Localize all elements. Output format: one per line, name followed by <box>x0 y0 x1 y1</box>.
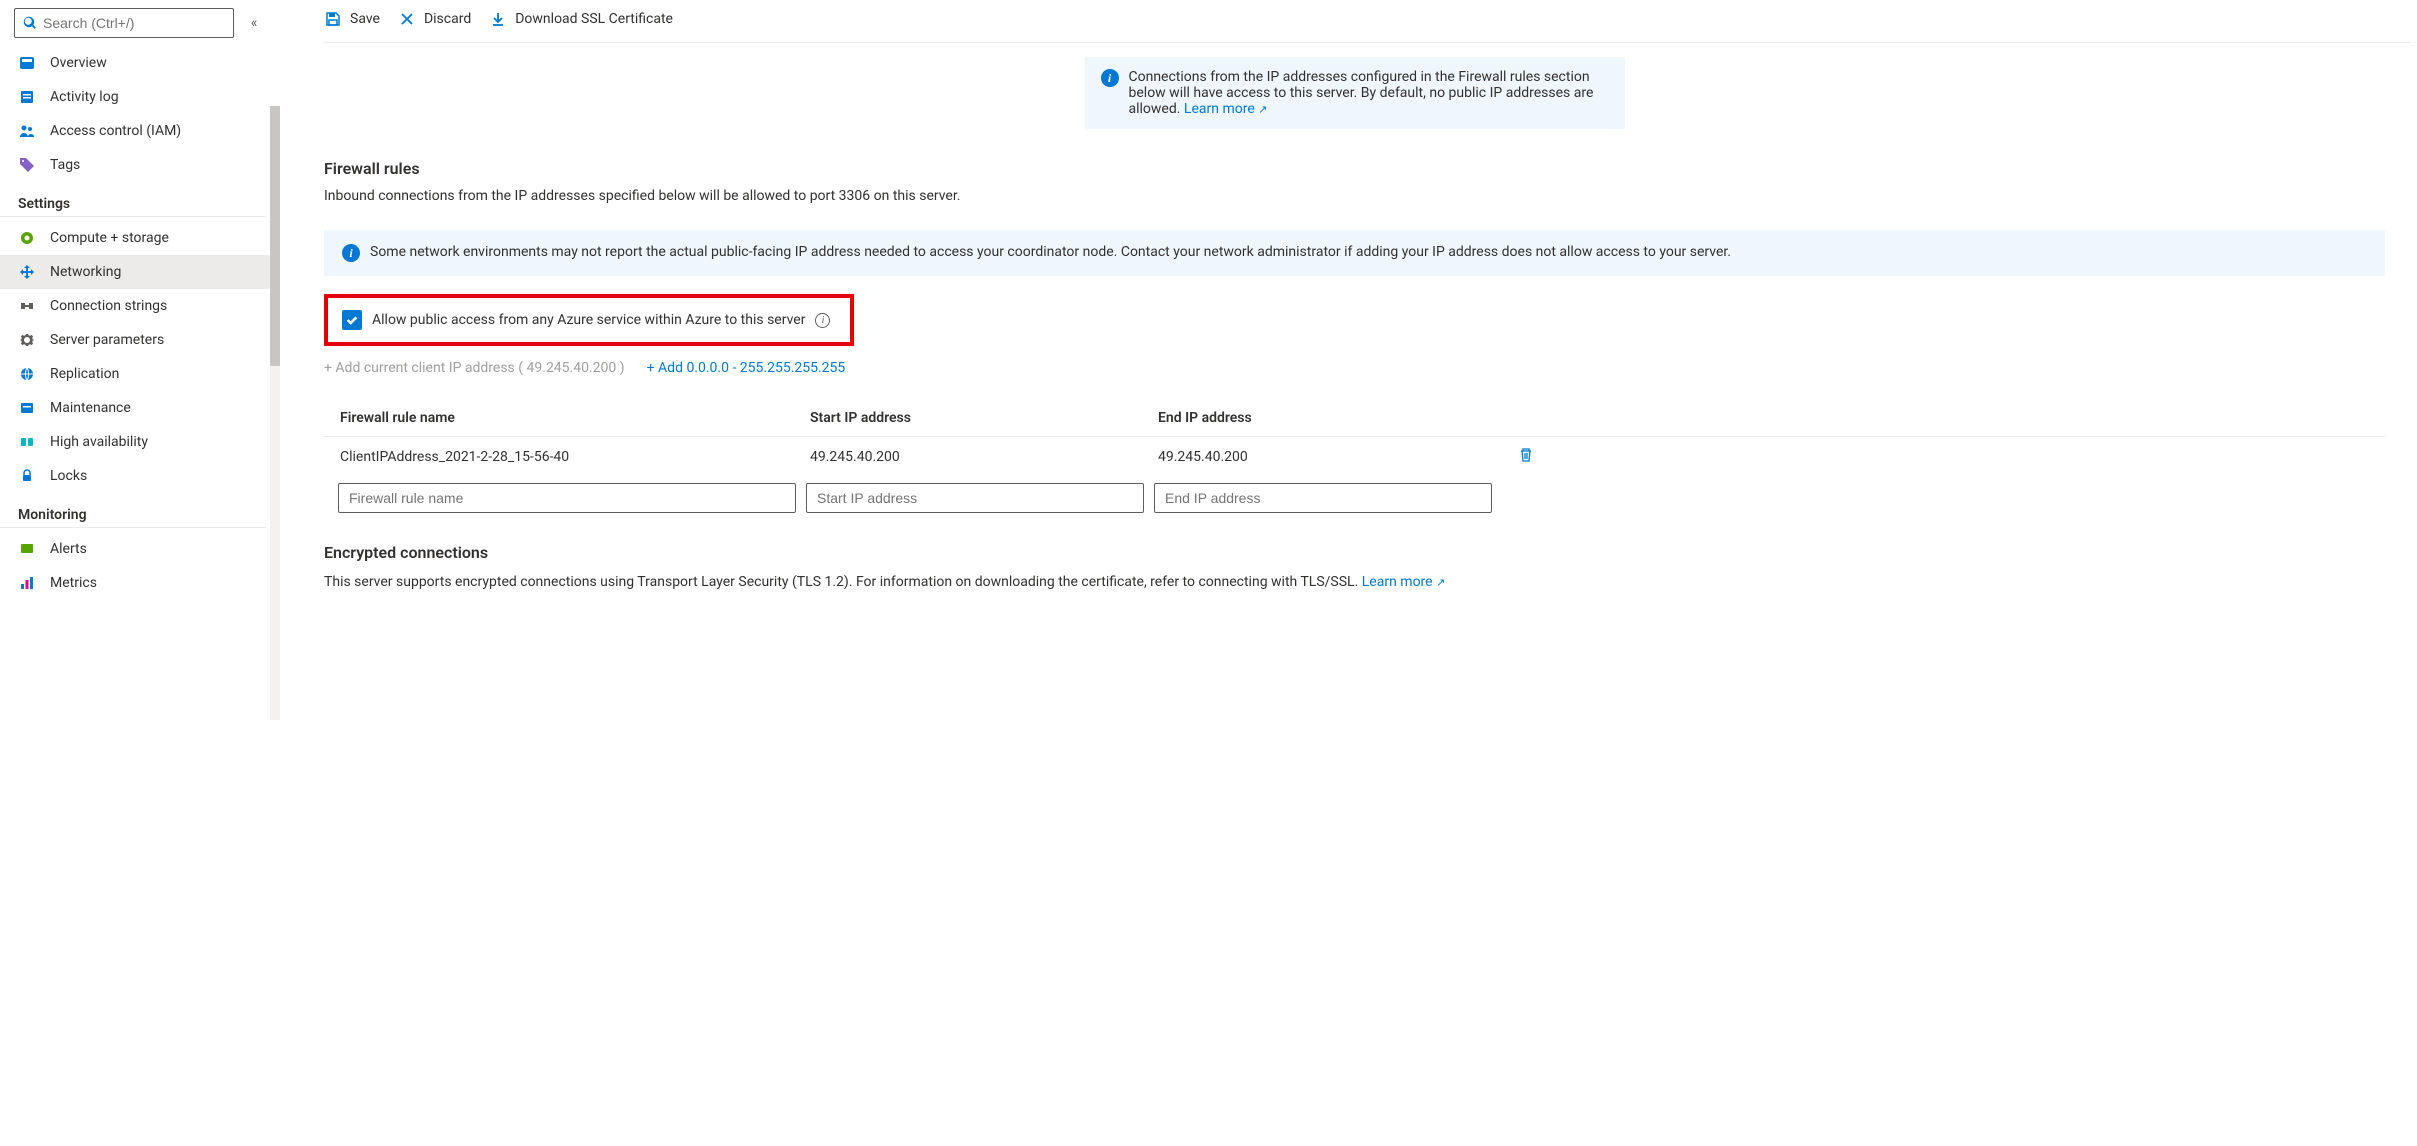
metrics-icon <box>18 574 36 592</box>
firewall-rules-subtitle: Inbound connections from the IP addresse… <box>324 188 2385 204</box>
save-button[interactable]: Save <box>324 10 380 28</box>
sidebar-item-activity-log[interactable]: Activity log <box>0 80 280 114</box>
tag-icon <box>18 156 36 174</box>
sidebar-item-access-control[interactable]: Access control (IAM) <box>0 114 280 148</box>
toolbar: Save Discard Download SSL Certificate <box>324 0 2411 43</box>
discard-button[interactable]: Discard <box>398 10 471 28</box>
encrypted-text: This server supports encrypted connectio… <box>324 574 1362 590</box>
maintenance-icon <box>18 399 36 417</box>
connection-icon <box>18 297 36 315</box>
sidebar-item-alerts[interactable]: Alerts <box>0 532 280 566</box>
external-link-icon: ↗ <box>1258 103 1267 116</box>
external-link-icon: ↗ <box>1436 576 1445 589</box>
allow-azure-access-highlight: Allow public access from any Azure servi… <box>324 294 854 346</box>
sidebar-item-label: Alerts <box>50 541 87 557</box>
learn-more-link[interactable]: Learn more ↗ <box>1362 574 1446 590</box>
table-row: ClientIPAddress_2021-2-28_15-56-40 49.24… <box>324 437 2385 477</box>
firewall-rules-table: Firewall rule name Start IP address End … <box>324 404 2385 513</box>
save-label: Save <box>350 11 380 27</box>
compute-icon <box>18 229 36 247</box>
sidebar-item-label: Locks <box>50 468 87 484</box>
cell-rule-name: ClientIPAddress_2021-2-28_15-56-40 <box>340 449 810 465</box>
download-label: Download SSL Certificate <box>515 11 673 27</box>
new-rule-end-ip-input[interactable] <box>1154 483 1492 513</box>
download-icon <box>489 10 507 28</box>
search-box[interactable] <box>14 8 234 38</box>
sidebar-item-label: Overview <box>50 55 107 71</box>
search-input[interactable] <box>43 15 225 31</box>
info-icon: i <box>342 244 360 262</box>
sidebar-item-label: Tags <box>50 157 80 173</box>
sidebar-item-metrics[interactable]: Metrics <box>0 566 280 600</box>
cell-start-ip: 49.245.40.200 <box>810 449 1158 465</box>
sidebar-item-label: Compute + storage <box>50 230 169 246</box>
sidebar-collapse-button[interactable]: « <box>242 15 266 31</box>
new-rule-name-input[interactable] <box>338 483 796 513</box>
overview-icon <box>18 54 36 72</box>
learn-more-link[interactable]: Learn more ↗ <box>1184 101 1268 117</box>
main-content: Save Discard Download SSL Certificate i … <box>280 0 2417 720</box>
sidebar-item-networking[interactable]: Networking <box>0 255 280 289</box>
lock-icon <box>18 467 36 485</box>
search-icon <box>23 16 37 30</box>
sidebar-item-high-availability[interactable]: High availability <box>0 425 280 459</box>
sidebar-item-label: Metrics <box>50 575 97 591</box>
sidebar-item-tags[interactable]: Tags <box>0 148 280 182</box>
sidebar: « Overview Activity log <box>0 0 280 720</box>
discard-label: Discard <box>424 11 471 27</box>
info-icon: i <box>1101 69 1119 87</box>
discard-icon <box>398 10 416 28</box>
sidebar-section-settings: Settings <box>0 182 266 217</box>
sidebar-item-label: Activity log <box>50 89 119 105</box>
delete-rule-button[interactable] <box>1506 447 1546 467</box>
sidebar-nav: Overview Activity log Access control (IA… <box>0 46 280 720</box>
encrypted-connections-section: Encrypted connections This server suppor… <box>324 543 2385 593</box>
high-availability-icon <box>18 433 36 451</box>
sidebar-item-replication[interactable]: Replication <box>0 357 280 391</box>
col-header-end-ip: End IP address <box>1158 410 1506 426</box>
sidebar-scrollbar[interactable] <box>270 106 280 720</box>
sidebar-scrollbar-thumb[interactable] <box>270 106 280 366</box>
sidebar-item-label: Server parameters <box>50 332 164 348</box>
info-banner-network-env: i Some network environments may not repo… <box>324 230 2385 276</box>
sidebar-item-maintenance[interactable]: Maintenance <box>0 391 280 425</box>
save-icon <box>324 10 342 28</box>
people-icon <box>18 122 36 140</box>
sidebar-item-compute-storage[interactable]: Compute + storage <box>0 221 280 255</box>
sidebar-item-label: Replication <box>50 366 119 382</box>
alerts-icon <box>18 540 36 558</box>
firewall-rules-heading: Firewall rules <box>324 159 2385 178</box>
sidebar-item-connection-strings[interactable]: Connection strings <box>0 289 280 323</box>
cell-end-ip: 49.245.40.200 <box>1158 449 1506 465</box>
sidebar-section-monitoring: Monitoring <box>0 493 266 528</box>
download-ssl-button[interactable]: Download SSL Certificate <box>489 10 673 28</box>
info-banner-firewall-access: i Connections from the IP addresses conf… <box>1085 57 1625 129</box>
sidebar-item-server-parameters[interactable]: Server parameters <box>0 323 280 357</box>
help-icon[interactable]: i <box>815 313 830 328</box>
col-header-rule-name: Firewall rule name <box>340 410 810 426</box>
add-any-ip-button[interactable]: + Add 0.0.0.0 - 255.255.255.255 <box>647 360 846 376</box>
add-current-ip-button[interactable]: + Add current client IP address ( 49.245… <box>324 360 625 376</box>
allow-azure-label: Allow public access from any Azure servi… <box>372 312 805 328</box>
encrypted-heading: Encrypted connections <box>324 543 2385 562</box>
sidebar-item-label: Networking <box>50 264 121 280</box>
info-text: Some network environments may not report… <box>370 244 1731 260</box>
sidebar-item-label: Maintenance <box>50 400 131 416</box>
trash-icon <box>1518 447 1534 463</box>
new-rule-start-ip-input[interactable] <box>806 483 1144 513</box>
sidebar-item-overview[interactable]: Overview <box>0 46 280 80</box>
sidebar-item-label: Access control (IAM) <box>50 123 181 139</box>
sidebar-item-label: High availability <box>50 434 148 450</box>
networking-icon <box>18 263 36 281</box>
allow-azure-checkbox[interactable] <box>342 310 362 330</box>
gear-icon <box>18 331 36 349</box>
sidebar-item-locks[interactable]: Locks <box>0 459 280 493</box>
sidebar-item-label: Connection strings <box>50 298 167 314</box>
activity-log-icon <box>18 88 36 106</box>
globe-icon <box>18 365 36 383</box>
col-header-start-ip: Start IP address <box>810 410 1158 426</box>
